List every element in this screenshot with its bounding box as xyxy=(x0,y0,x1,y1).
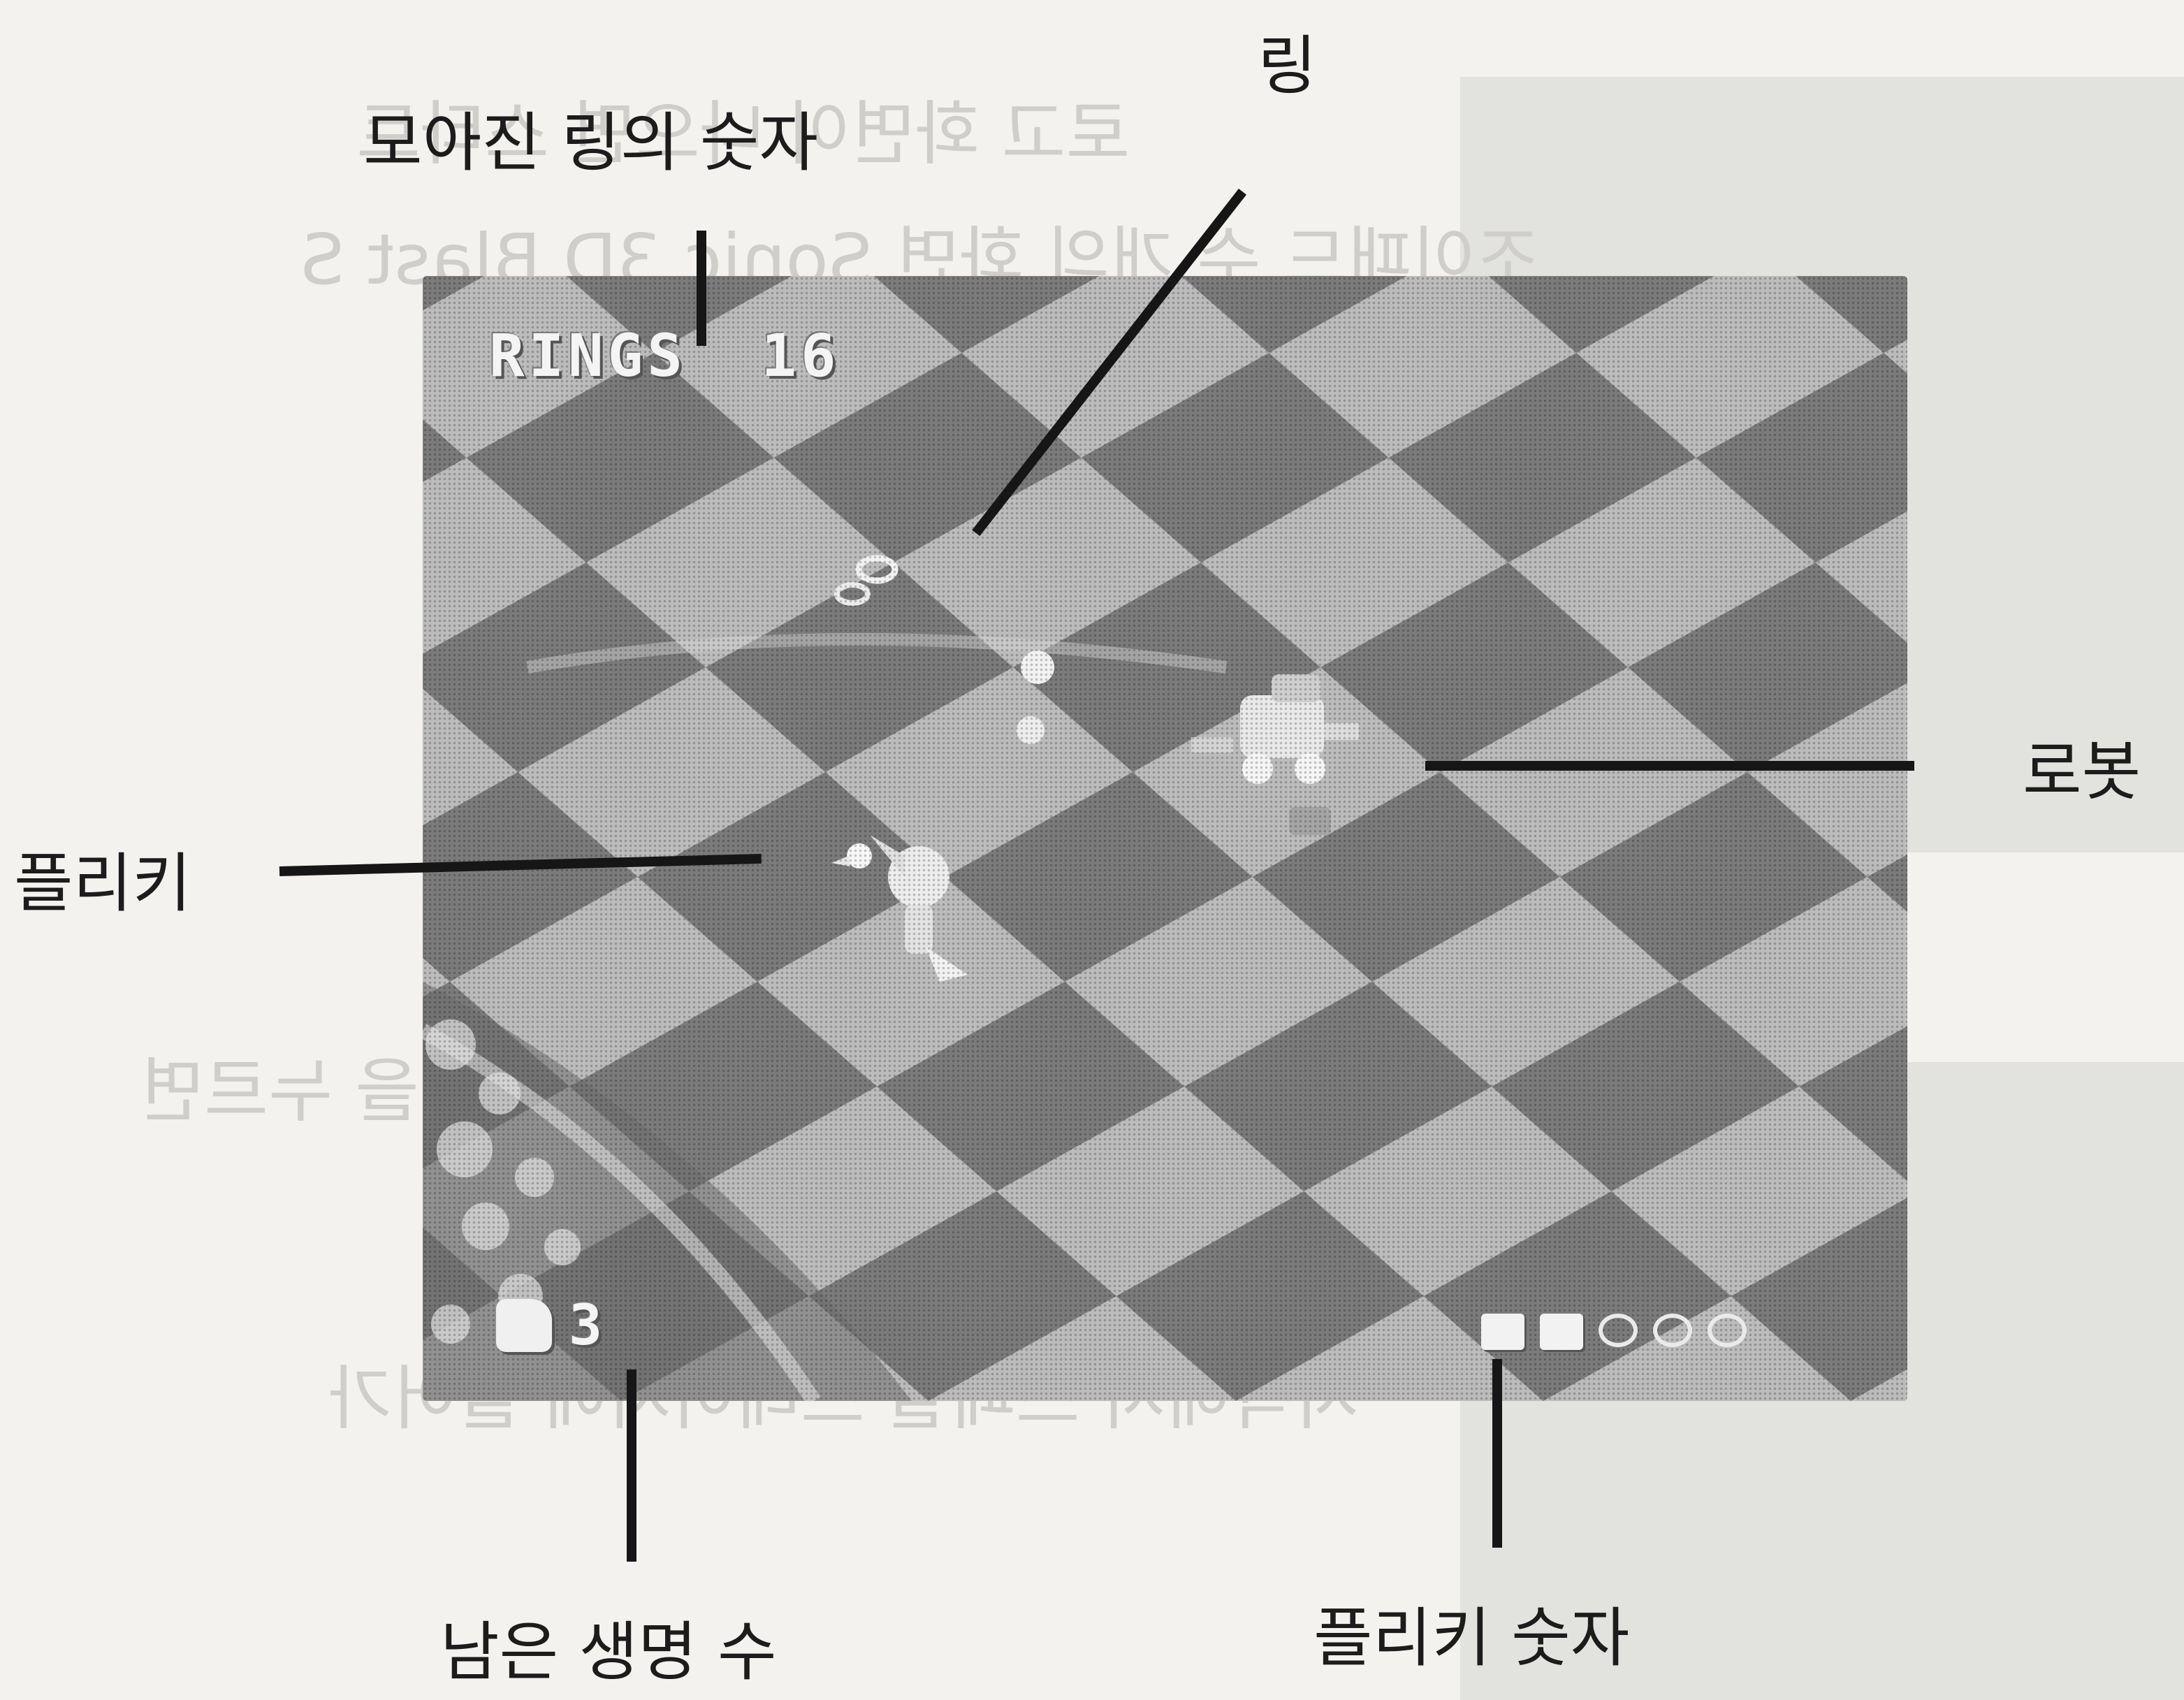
label-robot: 로봇 xyxy=(2023,734,2141,809)
label-ring: 링 xyxy=(1258,29,1317,103)
flicky-empty-icon xyxy=(1599,1314,1638,1347)
hud-flicky-slots xyxy=(1481,1314,1747,1350)
checkered-floor xyxy=(423,276,1907,1401)
flicky-empty-icon xyxy=(1653,1314,1692,1347)
leader-line-robot xyxy=(1425,761,1914,771)
hud-lives: 3 xyxy=(496,1293,606,1358)
sonic-head-icon xyxy=(496,1298,552,1352)
hud-rings-label: RINGS xyxy=(489,321,687,390)
leader-line-lives xyxy=(627,1370,636,1562)
label-flicky: 플리키 xyxy=(14,846,191,921)
hud-rings: RINGS 16 xyxy=(489,321,840,390)
label-ring-count: 모아진 링의 숫자 xyxy=(363,106,818,180)
flicky-collected-icon xyxy=(1540,1314,1583,1350)
game-screenshot: RINGS 16 3 xyxy=(423,276,1907,1401)
label-lives-left: 남은 생명 수 xyxy=(440,1615,777,1690)
flicky-empty-icon xyxy=(1708,1314,1747,1347)
label-flicky-count: 플리키 숫자 xyxy=(1313,1601,1630,1676)
hud-lives-value: 3 xyxy=(569,1293,607,1358)
hud-rings-value: 16 xyxy=(761,321,840,390)
flicky-collected-icon xyxy=(1481,1314,1524,1350)
leader-line-ring-count xyxy=(697,231,706,346)
leader-line-flicky-count xyxy=(1492,1359,1502,1548)
